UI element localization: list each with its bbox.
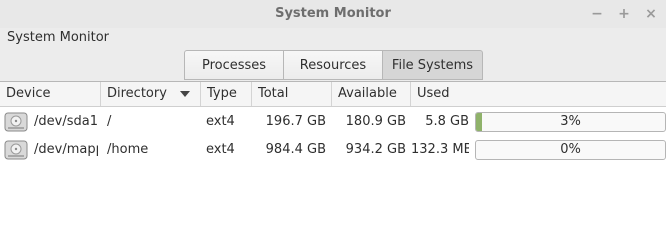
app-menu[interactable]: System Monitor xyxy=(7,30,109,45)
column-header-label: Total xyxy=(258,86,289,101)
column-header-directory[interactable]: Directory xyxy=(101,82,201,106)
total-cell: 196.7 GB xyxy=(265,114,326,129)
window-title: System Monitor xyxy=(275,6,391,21)
total-cell: 984.4 GB xyxy=(265,142,326,157)
table-row[interactable]: /dev/sda1 / ext4 196.7 GB 180.9 GB 5.8 G… xyxy=(0,108,666,136)
type-cell: ext4 xyxy=(206,114,235,129)
available-cell: 934.2 GB xyxy=(345,142,406,157)
tab-bar: Processes Resources File Systems xyxy=(184,50,483,81)
tab-file-systems[interactable]: File Systems xyxy=(383,50,483,80)
column-header-label: Device xyxy=(6,86,51,101)
title-bar: System Monitor − + × xyxy=(0,0,666,28)
column-header-type[interactable]: Type xyxy=(201,82,252,106)
usage-bar: 3% xyxy=(475,112,666,132)
type-cell: ext4 xyxy=(206,142,235,157)
usage-bar: 0% xyxy=(475,140,666,160)
available-cell: 180.9 GB xyxy=(345,114,406,129)
table-row[interactable]: /dev/mapper /home ext4 984.4 GB 934.2 GB… xyxy=(0,136,666,164)
table-header: Device Directory Type Total Available Us… xyxy=(0,82,666,107)
close-button[interactable]: × xyxy=(641,4,661,24)
column-header-device[interactable]: Device xyxy=(0,82,101,106)
tab-resources[interactable]: Resources xyxy=(284,50,383,80)
harddisk-icon xyxy=(4,140,28,160)
tab-processes[interactable]: Processes xyxy=(184,50,284,80)
column-header-used[interactable]: Used xyxy=(411,82,666,106)
maximize-button[interactable]: + xyxy=(614,4,634,24)
device-cell: /dev/sda1 xyxy=(34,114,98,129)
sort-descending-icon xyxy=(180,91,190,97)
minimize-button[interactable]: − xyxy=(587,4,607,24)
harddisk-icon xyxy=(4,112,28,132)
device-cell: /dev/mapper xyxy=(34,142,98,157)
column-header-total[interactable]: Total xyxy=(252,82,332,106)
directory-cell: /home xyxy=(107,142,149,157)
column-header-label: Directory xyxy=(107,86,167,101)
column-header-label: Used xyxy=(417,86,450,101)
column-header-label: Type xyxy=(207,86,237,101)
menu-bar: System Monitor xyxy=(0,28,666,48)
column-header-available[interactable]: Available xyxy=(332,82,411,106)
usage-percent: 3% xyxy=(560,114,581,129)
used-cell: 5.8 GB xyxy=(425,114,469,129)
column-header-label: Available xyxy=(338,86,397,101)
usage-percent: 0% xyxy=(560,142,581,157)
used-cell: 132.3 MB xyxy=(411,142,469,157)
directory-cell: / xyxy=(107,114,112,129)
file-systems-table: Device Directory Type Total Available Us… xyxy=(0,81,666,248)
